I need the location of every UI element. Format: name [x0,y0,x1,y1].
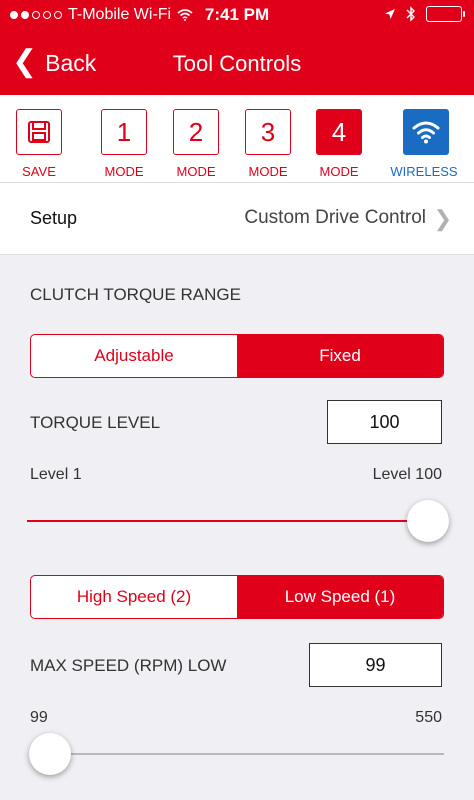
setup-label: Setup [30,208,78,228]
page-title: Tool Controls [172,51,302,76]
torque-slider-track [27,520,429,522]
max-speed-field[interactable]: 99 [309,643,442,687]
speed-option-high[interactable]: High Speed (2) [31,576,237,618]
mode-4-label: MODE [319,164,359,179]
wireless-icon [403,109,449,155]
clutch-section-title: CLUTCH TORQUE RANGE [30,285,241,304]
mode-bar: SAVE 1 MODE 2 MODE 3 MODE 4 MODE WIRELES… [0,95,474,183]
save-icon [16,109,62,155]
mode-4-button[interactable]: 4 MODE [316,109,362,179]
mode-3-label: MODE [248,164,288,179]
torque-level-label: TORQUE LEVEL [30,413,161,432]
max-speed-label: MAX SPEED (RPM) LOW [30,656,227,675]
chevron-right-icon: ❯ [433,206,452,231]
torque-slider-knob[interactable] [407,500,449,542]
save-button[interactable]: SAVE [16,109,62,179]
setup-value: Custom Drive Control [244,207,426,228]
bluetooth-icon [406,6,415,22]
speed-max-label: 550 [415,709,442,726]
location-arrow-icon [385,9,395,19]
wireless-button[interactable]: WIRELESS [389,109,459,179]
status-bar: T-Mobile Wi-Fi 7:41 PM [0,0,474,32]
wireless-label: WIRELESS [390,164,458,179]
clutch-option-fixed[interactable]: Fixed [237,335,443,377]
save-label: SAVE [22,164,56,179]
speed-option-low[interactable]: Low Speed (1) [237,576,443,618]
speed-slider-track [29,753,444,755]
speed-slider-knob[interactable] [29,733,71,775]
clutch-option-adjustable[interactable]: Adjustable [31,335,237,377]
setup-row[interactable]: Setup Custom Drive Control ❯ [0,183,474,255]
torque-min-label: Level 1 [30,466,82,483]
battery-icon [426,6,465,22]
speed-segmented-control: High Speed (2) Low Speed (1) [30,575,444,619]
mode-2-number: 2 [173,109,219,155]
nav-bar: ❮ Back Tool Controls [0,32,474,95]
app-header: T-Mobile Wi-Fi 7:41 PM ❮ Back Tool Contr… [0,0,474,95]
torque-max-label: Level 100 [372,466,442,483]
mode-2-label: MODE [176,164,216,179]
mode-1-label: MODE [104,164,144,179]
mode-2-button[interactable]: 2 MODE [173,109,219,179]
mode-1-button[interactable]: 1 MODE [101,109,147,179]
torque-level-field[interactable]: 100 [327,400,442,444]
clutch-range-segmented-control: Adjustable Fixed [30,334,444,378]
speed-min-label: 99 [30,709,48,726]
mode-3-button[interactable]: 3 MODE [245,109,291,179]
mode-4-number: 4 [316,109,362,155]
mode-1-number: 1 [101,109,147,155]
status-right [384,6,465,22]
mode-3-number: 3 [245,109,291,155]
